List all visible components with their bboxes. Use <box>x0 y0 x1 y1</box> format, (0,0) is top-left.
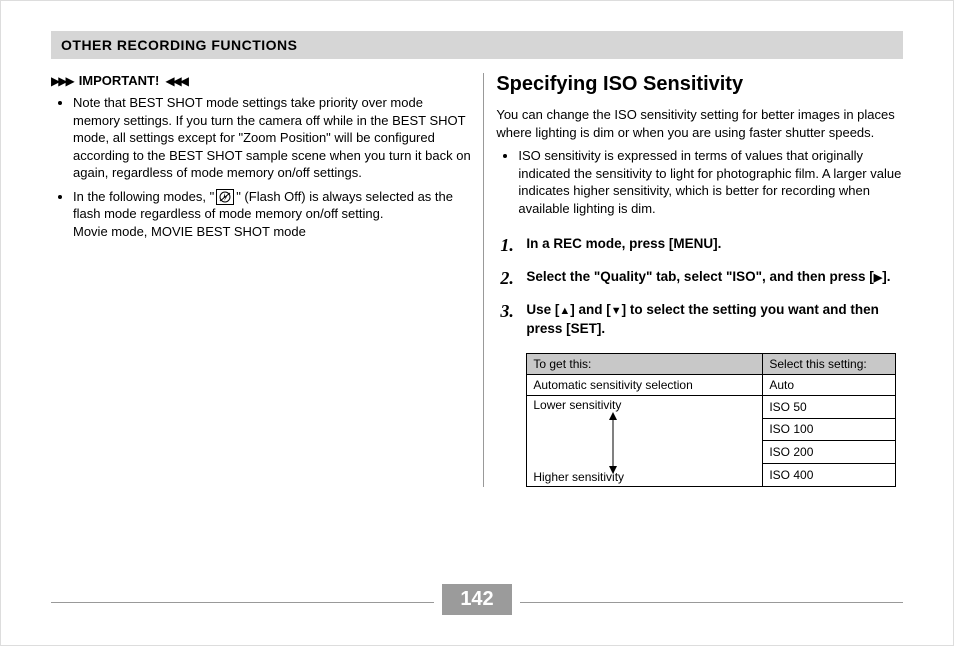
iso-heading: Specifying ISO Sensitivity <box>496 73 903 96</box>
flash-off-icon <box>216 189 234 205</box>
iso-steps-list: In a REC mode, press [MENU]. Select the … <box>496 235 903 339</box>
cell-iso100: ISO 100 <box>763 418 896 441</box>
footer-rule-right <box>520 602 903 603</box>
step3-a: Use [ <box>526 302 559 317</box>
footer-rule-left <box>51 602 434 603</box>
important-list: Note that BEST SHOT mode settings take p… <box>51 94 471 240</box>
important-bullet-1: Note that BEST SHOT mode settings take p… <box>73 94 471 182</box>
higher-sensitivity-label: Higher sensitivity <box>533 470 624 484</box>
cell-iso200: ISO 200 <box>763 441 896 464</box>
iso-intro-paragraph: You can change the ISO sensitivity setti… <box>496 106 903 141</box>
table-header-row: To get this: Select this setting: <box>527 353 896 374</box>
cell-auto: Auto <box>763 374 896 395</box>
important-heading: ▶▶▶ IMPORTANT! ◀◀◀ <box>51 73 471 88</box>
manual-page: OTHER RECORDING FUNCTIONS ▶▶▶ IMPORTANT!… <box>0 0 954 646</box>
important-label: IMPORTANT! <box>79 73 160 88</box>
iso-settings-table: To get this: Select this setting: Automa… <box>526 353 896 487</box>
page-footer: 142 <box>51 584 903 615</box>
right-column: Specifying ISO Sensitivity You can chang… <box>483 73 903 487</box>
iso-intro-list: ISO sensitivity is expressed in terms of… <box>496 147 903 217</box>
cell-auto-desc: Automatic sensitivity selection <box>527 374 763 395</box>
left-column: ▶▶▶ IMPORTANT! ◀◀◀ Note that BEST SHOT m… <box>51 73 483 487</box>
table-row: Lower sensitivity Higher sensitivity ISO… <box>527 395 896 418</box>
lower-sensitivity-label: Lower sensitivity <box>533 398 621 412</box>
iso-intro-bullet: ISO sensitivity is expressed in terms of… <box>518 147 903 217</box>
deco-arrows-right: ◀◀◀ <box>165 74 187 88</box>
step-3: Use [▲] and [▼] to select the setting yo… <box>500 301 903 339</box>
important-bullet-2: In the following modes, " " (Flash Off) … <box>73 188 471 241</box>
bullet2-pre: In the following modes, " <box>73 189 214 204</box>
cell-iso50: ISO 50 <box>763 395 896 418</box>
right-triangle-icon: ▶ <box>874 272 882 284</box>
th-to-get-this: To get this: <box>527 353 763 374</box>
two-column-layout: ▶▶▶ IMPORTANT! ◀◀◀ Note that BEST SHOT m… <box>51 73 903 487</box>
deco-arrows-left: ▶▶▶ <box>51 74 73 88</box>
step2-b: ]. <box>882 269 890 284</box>
cell-iso400: ISO 400 <box>763 464 896 487</box>
down-triangle-icon: ▼ <box>611 305 622 317</box>
step-2: Select the "Quality" tab, select "ISO", … <box>500 268 903 287</box>
section-header-title: OTHER RECORDING FUNCTIONS <box>61 37 298 53</box>
double-arrow-icon <box>607 412 619 474</box>
up-triangle-icon: ▲ <box>559 305 570 317</box>
step2-a: Select the "Quality" tab, select "ISO", … <box>526 269 873 284</box>
sensitivity-range-cell: Lower sensitivity Higher sensitivity <box>527 395 763 486</box>
page-number: 142 <box>442 584 511 615</box>
bullet2-line2: Movie mode, MOVIE BEST SHOT mode <box>73 224 306 239</box>
step3-b: ] and [ <box>570 302 611 317</box>
th-select-this: Select this setting: <box>763 353 896 374</box>
section-header-bar: OTHER RECORDING FUNCTIONS <box>51 31 903 59</box>
table-row: Automatic sensitivity selection Auto <box>527 374 896 395</box>
step-1: In a REC mode, press [MENU]. <box>500 235 903 254</box>
